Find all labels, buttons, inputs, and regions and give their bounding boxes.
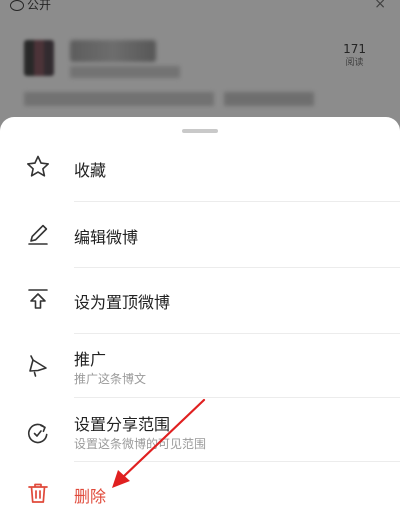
pin-top-icon — [24, 285, 52, 313]
screen: 公开 × 171 阅读 收藏 编辑微博 设为置顶微博 推广 推广这条博文 设置分… — [0, 0, 400, 515]
menu-item-label: 删除 — [74, 487, 107, 506]
menu-item-edit[interactable]: 编辑微博 — [0, 201, 400, 267]
menu-item-promote[interactable]: 推广 推广这条博文 — [0, 333, 400, 397]
menu-item-label: 设为置顶微博 — [74, 293, 171, 312]
star-icon — [24, 153, 52, 181]
menu-item-label: 推广 — [74, 350, 107, 369]
menu-item-sublabel: 设置这条微博的可见范围 — [74, 437, 207, 451]
menu-item-label: 收藏 — [74, 161, 107, 180]
trash-icon — [24, 479, 52, 507]
pencil-icon — [24, 220, 52, 248]
action-sheet: 收藏 编辑微博 设为置顶微博 推广 推广这条博文 设置分享范围 设置这条微博的可… — [0, 117, 400, 515]
menu-item-pin-top[interactable]: 设为置顶微博 — [0, 267, 400, 333]
menu-item-label: 编辑微博 — [74, 228, 139, 247]
menu-item-favorite[interactable]: 收藏 — [0, 135, 400, 201]
menu-item-delete[interactable]: 删除 — [0, 461, 400, 515]
share-range-icon — [24, 419, 52, 447]
menu-item-label: 设置分享范围 — [74, 415, 171, 434]
megaphone-icon — [24, 351, 52, 379]
menu-item-sublabel: 推广这条博文 — [74, 372, 147, 386]
drag-handle[interactable] — [182, 129, 218, 133]
menu-item-share-range[interactable]: 设置分享范围 设置这条微博的可见范围 — [0, 397, 400, 461]
